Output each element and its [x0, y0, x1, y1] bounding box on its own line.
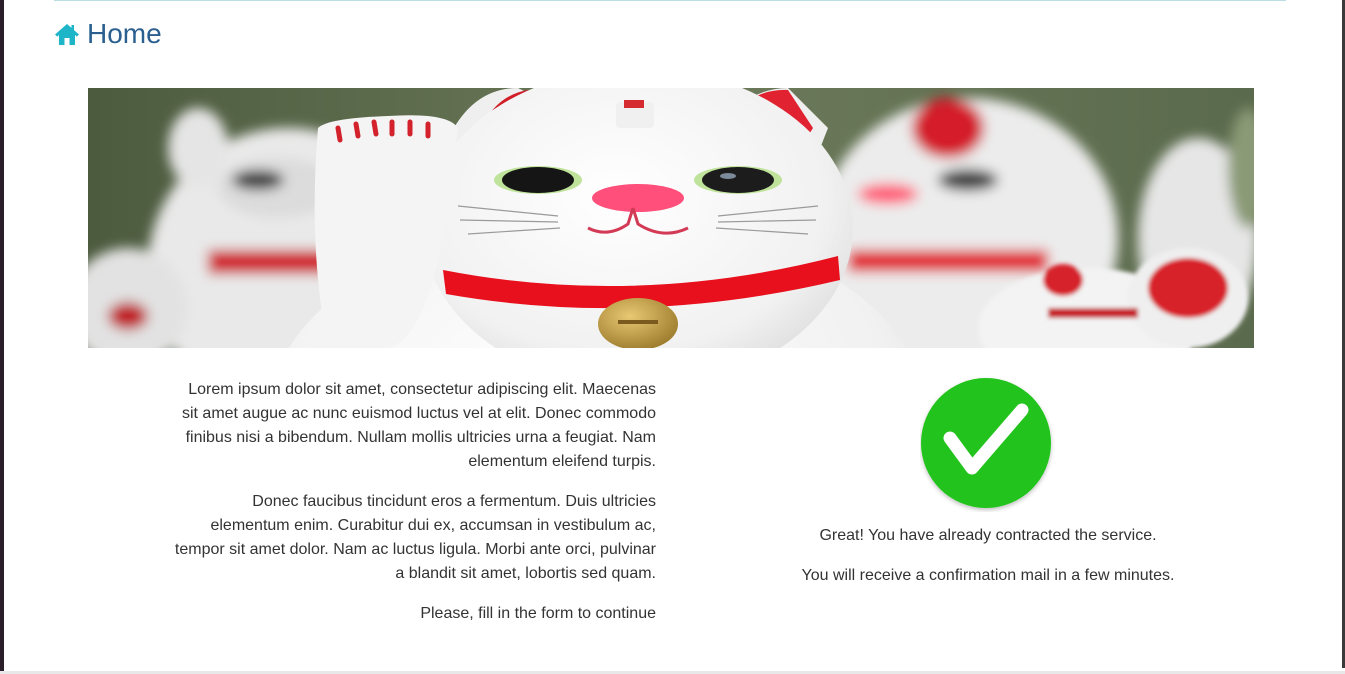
intro-text: Lorem ipsum dolor sit amet, consectetur …: [170, 378, 656, 642]
page-header: Home: [54, 16, 162, 52]
intro-paragraph-1: Lorem ipsum dolor sit amet, consectetur …: [181, 381, 656, 470]
form-instruction: Please, fill in the form to continue: [420, 605, 656, 622]
success-check-icon: [920, 376, 1056, 512]
lucky-cat-image: [88, 88, 1254, 348]
status-panel: Great! You have already contracted the s…: [764, 376, 1212, 604]
home-icon: [54, 22, 80, 46]
status-message-primary: Great! You have already contracted the s…: [819, 527, 1157, 544]
page: Home Lorem ipsum dolor sit amet, consect…: [4, 0, 1342, 671]
intro-paragraph-2: Donec faucibus tincidunt eros a fermentu…: [174, 493, 656, 582]
status-message-secondary: You will receive a confirmation mail in …: [801, 567, 1175, 584]
top-divider: [54, 0, 1286, 1]
page-title: Home: [87, 18, 162, 49]
